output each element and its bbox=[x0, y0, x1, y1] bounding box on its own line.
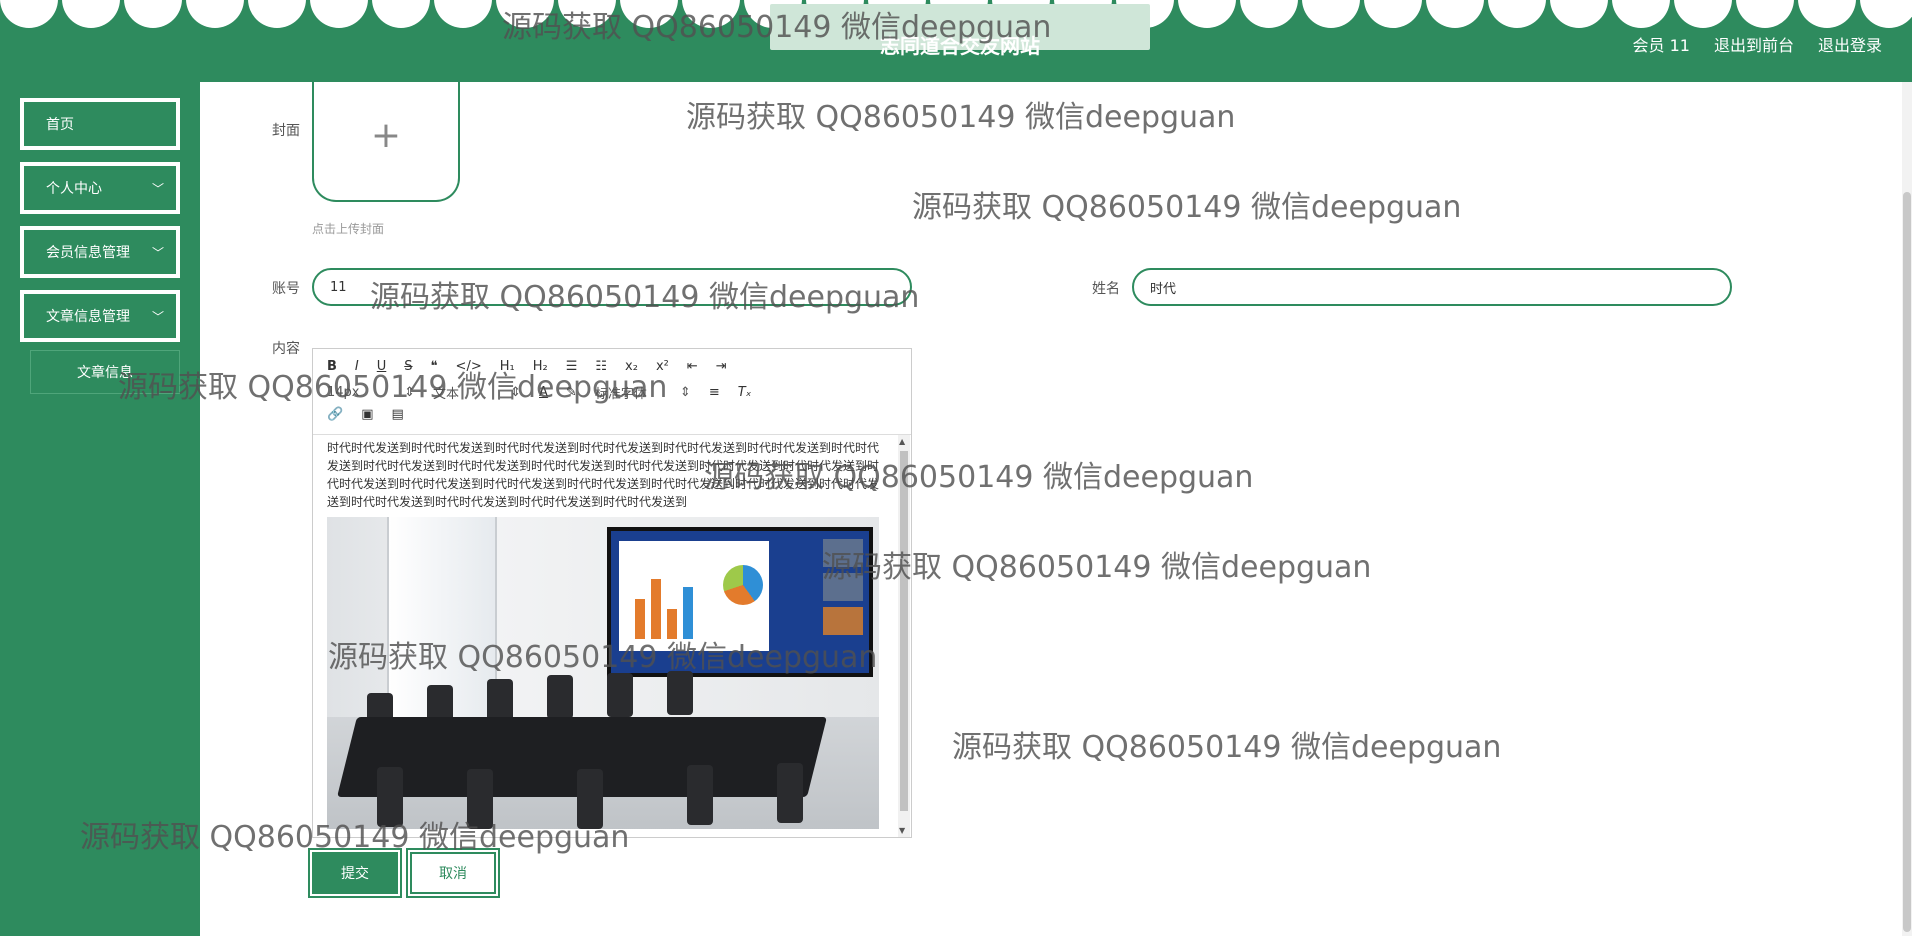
strikethrough-icon[interactable]: S bbox=[404, 359, 412, 374]
subscript-icon[interactable]: x₂ bbox=[625, 359, 638, 374]
sidebar-item-home[interactable]: 首页 bbox=[20, 98, 180, 150]
account-field[interactable]: 11 bbox=[312, 268, 912, 306]
block-type-select[interactable]: 文本 ⇕ bbox=[433, 383, 521, 402]
content-label: 内容 bbox=[272, 341, 300, 357]
chevron-down-icon: ﹀ bbox=[151, 182, 164, 196]
header-user-links: 会员 11 退出到前台 退出登录 bbox=[1633, 32, 1882, 56]
top-header: 志同道合交友网站 会员 11 退出到前台 退出登录 bbox=[0, 0, 1912, 82]
outdent-icon[interactable]: ⇤ bbox=[687, 359, 698, 374]
updown-icon: ⇕ bbox=[510, 385, 521, 400]
sidebar-item-personal-center[interactable]: 个人中心 ﹀ bbox=[20, 162, 180, 214]
exit-to-front-link[interactable]: 退出到前台 bbox=[1714, 32, 1794, 56]
background-color-icon[interactable]: ✎ bbox=[566, 385, 577, 400]
link-icon[interactable]: 🔗 bbox=[327, 407, 343, 422]
heading2-icon[interactable]: H₂ bbox=[533, 359, 548, 374]
sidebar-item-member-management[interactable]: 会员信息管理 ﹀ bbox=[20, 226, 180, 278]
updown-icon: ⇕ bbox=[404, 385, 415, 400]
editor-toolbar: B I U S ❝ </> H₁ H₂ ☰ ☷ x₂ x² ⇤ ⇥ 14px ⇕ … bbox=[313, 349, 911, 435]
image-icon[interactable]: ▣ bbox=[361, 407, 373, 422]
ordered-list-icon[interactable]: ☰ bbox=[566, 359, 578, 374]
font-family-select[interactable]: 标准字体 ⇕ bbox=[595, 383, 691, 402]
code-icon[interactable]: </> bbox=[456, 359, 482, 374]
meeting-room-image bbox=[327, 517, 879, 829]
upload-hint: 点击上传封面 bbox=[312, 222, 385, 236]
italic-icon[interactable]: I bbox=[355, 359, 359, 374]
chevron-down-icon: ﹀ bbox=[151, 246, 164, 260]
account-label: 账号 bbox=[272, 281, 300, 297]
bullet-list-icon[interactable]: ☷ bbox=[595, 359, 607, 374]
sidebar-item-label: 文章信息管理 bbox=[46, 309, 130, 325]
text-color-icon[interactable]: A bbox=[539, 385, 548, 400]
watermark: 源码获取 QQ86050149 微信deepguan bbox=[912, 190, 1462, 225]
editor-text: 时代时代发送到时代时代发送到时代时代发送到时代时代发送到时代时代发送到时代时代发… bbox=[327, 441, 880, 509]
font-size-select[interactable]: 14px ⇕ bbox=[327, 385, 415, 400]
watermark: 源码获取 QQ86050149 微信deepguan bbox=[686, 100, 1236, 135]
sidebar-item-label: 会员信息管理 bbox=[46, 245, 130, 261]
cover-label: 封面 bbox=[272, 123, 300, 139]
chevron-down-icon: ﹀ bbox=[151, 310, 164, 324]
watermark: 源码获取 QQ86050149 微信deepguan bbox=[952, 730, 1502, 765]
clear-format-icon[interactable]: Tₓ bbox=[738, 385, 752, 400]
sidebar-item-label: 首页 bbox=[46, 117, 74, 133]
page-scrollbar[interactable] bbox=[1902, 82, 1912, 936]
scroll-up-icon: ▲ bbox=[899, 437, 906, 446]
quote-icon[interactable]: ❝ bbox=[431, 359, 438, 374]
indent-icon[interactable]: ⇥ bbox=[716, 359, 727, 374]
logout-link[interactable]: 退出登录 bbox=[1818, 32, 1882, 56]
sidebar-item-label: 个人中心 bbox=[46, 181, 102, 197]
editor-scrollbar[interactable]: ▲ ▼ bbox=[898, 435, 910, 837]
bold-icon[interactable]: B bbox=[327, 359, 337, 374]
align-icon[interactable]: ≡ bbox=[709, 385, 720, 400]
cover-upload-button[interactable]: + bbox=[312, 70, 460, 202]
plus-icon: + bbox=[370, 114, 402, 156]
name-field[interactable]: 时代 bbox=[1132, 268, 1732, 306]
updown-icon: ⇕ bbox=[679, 385, 691, 400]
superscript-icon[interactable]: x² bbox=[656, 359, 669, 374]
name-label: 姓名 bbox=[1092, 281, 1120, 297]
submit-button[interactable]: 提交 bbox=[308, 848, 402, 898]
underline-icon[interactable]: U bbox=[377, 359, 387, 374]
site-title: 志同道合交友网站 bbox=[880, 34, 1040, 58]
cancel-button[interactable]: 取消 bbox=[406, 848, 500, 898]
sidebar-item-article-management[interactable]: 文章信息管理 ﹀ bbox=[20, 290, 180, 342]
heading1-icon[interactable]: H₁ bbox=[500, 359, 515, 374]
scroll-down-icon: ▼ bbox=[899, 826, 906, 835]
video-icon[interactable]: ▤ bbox=[391, 407, 403, 422]
sidebar: 首页 个人中心 ﹀ 会员信息管理 ﹀ 文章信息管理 ﹀ 文章信息 bbox=[0, 82, 200, 936]
member-label: 会员 11 bbox=[1632, 36, 1690, 55]
rich-text-editor[interactable]: B I U S ❝ </> H₁ H₂ ☰ ☷ x₂ x² ⇤ ⇥ 14px ⇕ … bbox=[312, 348, 912, 838]
editor-content[interactable]: 时代时代发送到时代时代发送到时代时代发送到时代时代发送到时代时代发送到时代时代发… bbox=[327, 439, 883, 829]
sidebar-subitem-article-info[interactable]: 文章信息 bbox=[30, 350, 180, 394]
